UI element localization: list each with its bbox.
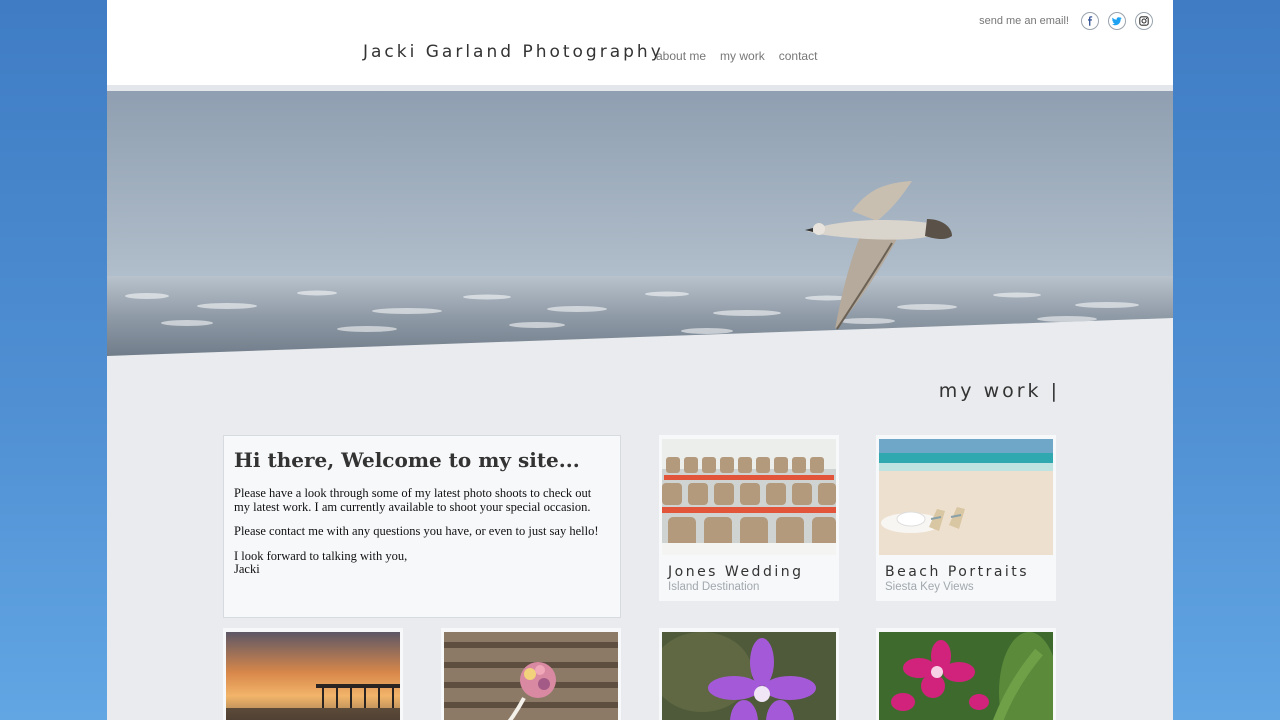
main-nav: about me my work contact — [656, 49, 817, 63]
welcome-paragraph: Please contact me with any questions you… — [234, 524, 599, 538]
purple-orchid-photo — [662, 632, 836, 720]
nav-contact[interactable]: contact — [779, 49, 818, 63]
gallery-tile-title: Jones Wedding — [668, 564, 804, 580]
gallery-tile-title: Beach Portraits — [885, 564, 1030, 580]
beach-photo — [879, 439, 1053, 555]
gallery-tile-subtitle: Island Destination — [668, 581, 760, 593]
bouquet-photo — [444, 632, 618, 720]
nav-my-work[interactable]: my work — [720, 49, 765, 63]
wedding-photo — [662, 439, 836, 555]
email-link[interactable]: send me an email! — [979, 15, 1069, 27]
welcome-signoff: I look forward to talking with you, Jacki — [234, 548, 408, 576]
twitter-icon[interactable] — [1108, 12, 1126, 30]
sunset-pier-photo — [226, 632, 400, 720]
header-links: send me an email! — [979, 12, 1153, 30]
header-divider — [107, 85, 1173, 91]
gallery-tile-pink-orchids[interactable] — [876, 628, 1056, 720]
nav-about-me[interactable]: about me — [656, 49, 706, 63]
pink-orchids-photo — [879, 632, 1053, 720]
instagram-icon[interactable] — [1135, 12, 1153, 30]
gallery-tile-sunset-pier[interactable] — [223, 628, 403, 720]
site-header: Jacki Garland Photography about me my wo… — [107, 0, 1173, 85]
site-title[interactable]: Jacki Garland Photography — [363, 42, 664, 62]
page: Jacki Garland Photography about me my wo… — [107, 0, 1173, 720]
welcome-title: Hi there, Welcome to my site... — [234, 448, 580, 472]
welcome-paragraph: Please have a look through some of my la… — [234, 486, 592, 514]
hero-image — [107, 91, 1173, 356]
welcome-card: Hi there, Welcome to my site... Please h… — [223, 435, 621, 618]
gallery-tile-jones-wedding[interactable]: Jones Wedding Island Destination — [659, 435, 839, 601]
gallery-tile-subtitle: Siesta Key Views — [885, 581, 974, 593]
seagull-photo — [107, 91, 1173, 356]
gallery-tile-bouquet[interactable] — [441, 628, 621, 720]
gallery-tile-beach-portraits[interactable]: Beach Portraits Siesta Key Views — [876, 435, 1056, 601]
gallery-tile-purple-orchid[interactable] — [659, 628, 839, 720]
facebook-icon[interactable] — [1081, 12, 1099, 30]
section-heading: my work | — [938, 380, 1060, 402]
